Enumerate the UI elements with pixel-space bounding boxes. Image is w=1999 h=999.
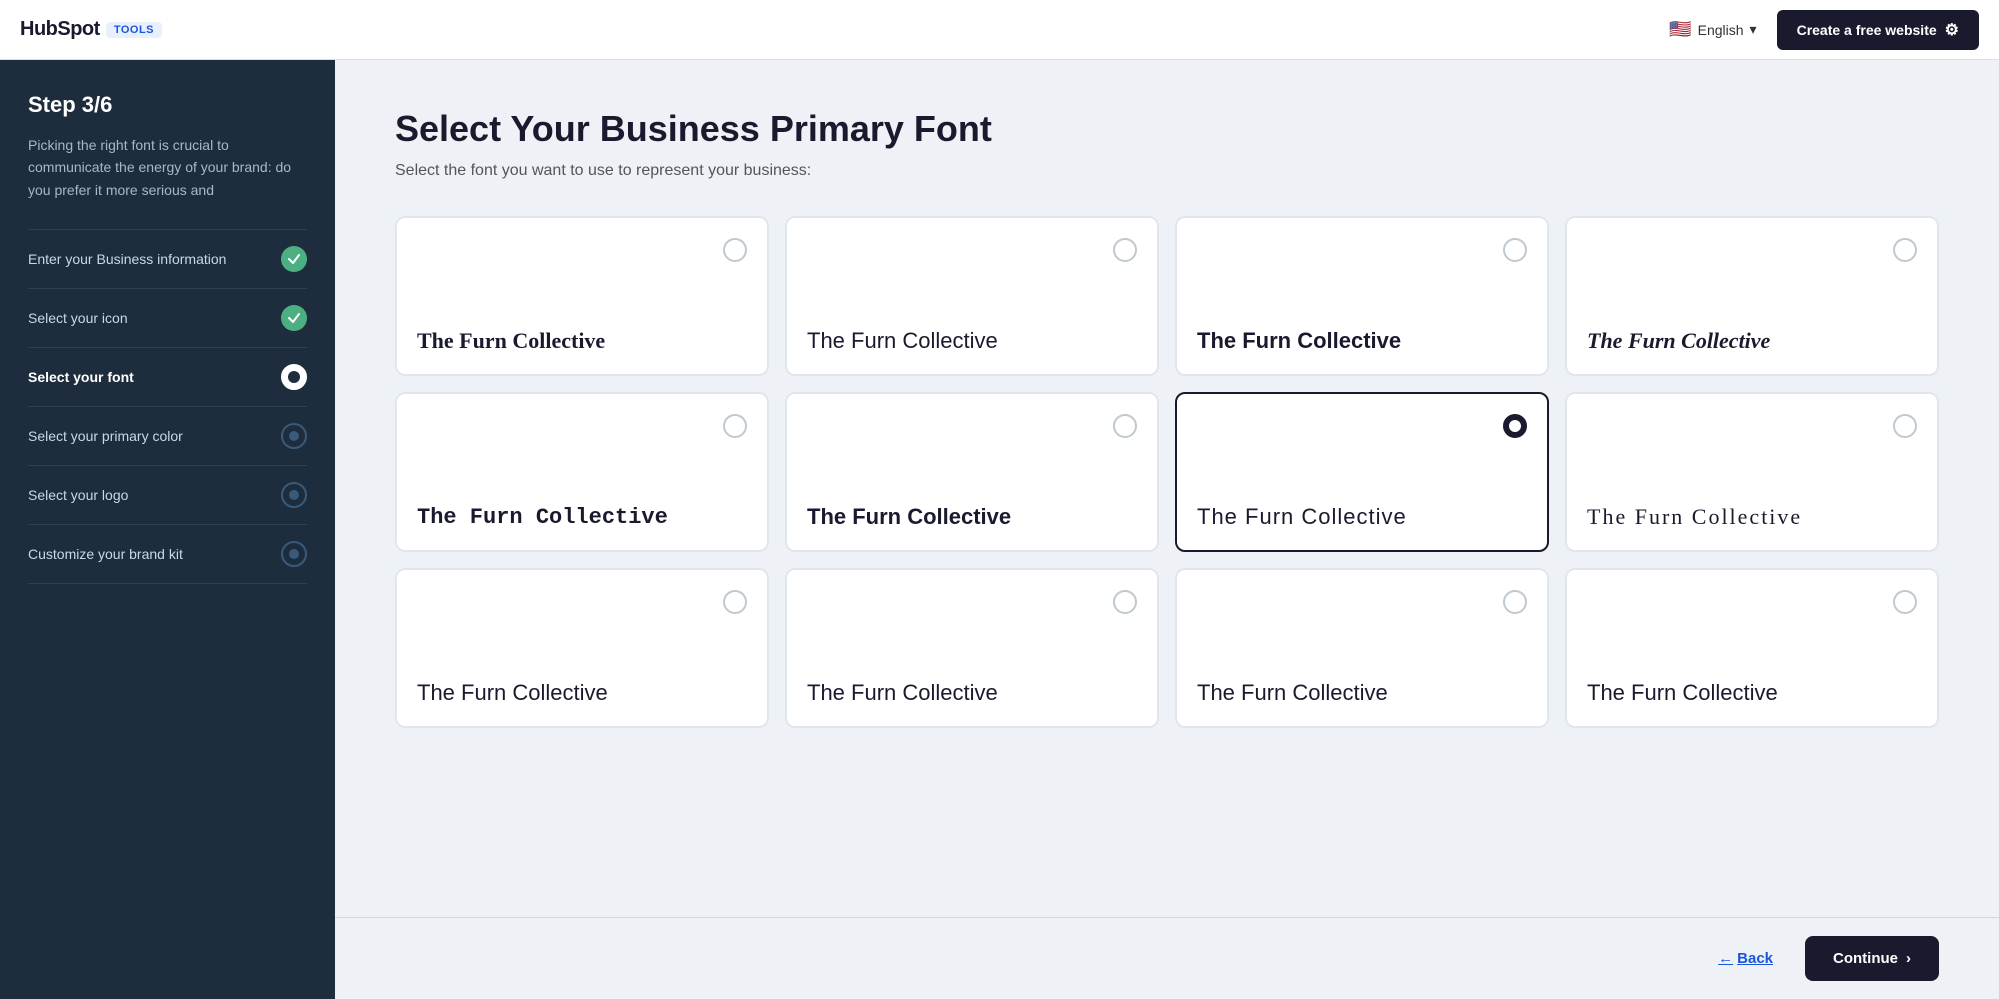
font-card-5[interactable]: The Furn Collective — [785, 392, 1159, 552]
page-subtitle: Select the font you want to use to repre… — [395, 162, 1939, 180]
sidebar-item-label-font: Select your font — [28, 369, 134, 385]
font-grid: The Furn Collective The Furn Collective … — [395, 216, 1939, 728]
font-sample-10: The Furn Collective — [1197, 668, 1527, 706]
font-sample-3: The Furn Collective — [1587, 316, 1917, 354]
font-card-3[interactable]: The Furn Collective — [1565, 216, 1939, 376]
font-card-9[interactable]: The Furn Collective — [785, 568, 1159, 728]
pending-icon-inner-brandkit — [289, 549, 299, 559]
sidebar-item-icon[interactable]: Select your icon — [28, 289, 307, 347]
check-icon-business-info — [281, 246, 307, 272]
sidebar-item-label-brandkit: Customize your brand kit — [28, 546, 183, 562]
back-label: Back — [1737, 950, 1773, 967]
font-card-6[interactable]: The Furn Collective — [1175, 392, 1549, 552]
font-sample-9: The Furn Collective — [807, 668, 1137, 706]
font-radio-8[interactable] — [723, 590, 747, 614]
sidebar-item-brandkit[interactable]: Customize your brand kit — [28, 525, 307, 583]
main-layout: Step 3/6 Picking the right font is cruci… — [0, 60, 1999, 999]
font-card-7[interactable]: The Furn Collective — [1565, 392, 1939, 552]
continue-arrow-icon: › — [1906, 950, 1911, 967]
font-sample-7: The Furn Collective — [1587, 492, 1917, 530]
sidebar-item-logo[interactable]: Select your logo — [28, 466, 307, 524]
pending-icon-inner-logo — [289, 490, 299, 500]
font-card-8[interactable]: The Furn Collective — [395, 568, 769, 728]
step-label: Step 3/6 — [28, 92, 307, 118]
font-sample-5: The Furn Collective — [807, 492, 1137, 530]
sidebar-item-color[interactable]: Select your primary color — [28, 407, 307, 465]
header-logo-area: HubSpot TOOLS — [20, 18, 162, 41]
sidebar-item-label-business-info: Enter your Business information — [28, 251, 226, 267]
font-sample-4: The Furn Collective — [417, 493, 747, 530]
font-sample-2: The Furn Collective — [1197, 316, 1527, 354]
font-card-0[interactable]: The Furn Collective — [395, 216, 769, 376]
font-sample-11: The Furn Collective — [1587, 668, 1917, 706]
sprocket-icon: ⚙ — [1945, 20, 1959, 40]
font-radio-10[interactable] — [1503, 590, 1527, 614]
font-radio-9[interactable] — [1113, 590, 1137, 614]
sidebar-item-label-icon: Select your icon — [28, 310, 128, 326]
font-radio-1[interactable] — [1113, 238, 1137, 262]
font-radio-4[interactable] — [723, 414, 747, 438]
font-radio-3[interactable] — [1893, 238, 1917, 262]
check-icon-icon — [281, 305, 307, 331]
font-sample-0: The Furn Collective — [417, 316, 747, 354]
language-label: English — [1698, 22, 1744, 38]
continue-button[interactable]: Continue › — [1805, 936, 1939, 981]
pending-icon-inner-color — [289, 431, 299, 441]
back-button[interactable]: ← Back — [1718, 950, 1773, 967]
create-btn-label: Create a free website — [1797, 22, 1937, 38]
sidebar: Step 3/6 Picking the right font is cruci… — [0, 60, 335, 999]
font-radio-11[interactable] — [1893, 590, 1917, 614]
header: HubSpot TOOLS 🇺🇸 English ▾ Create a free… — [0, 0, 1999, 60]
sidebar-item-font[interactable]: Select your font — [28, 348, 307, 406]
font-radio-5[interactable] — [1113, 414, 1137, 438]
step-description: Picking the right font is crucial to com… — [28, 134, 307, 201]
font-radio-7[interactable] — [1893, 414, 1917, 438]
continue-label: Continue — [1833, 950, 1898, 967]
font-radio-2[interactable] — [1503, 238, 1527, 262]
chevron-down-icon: ▾ — [1750, 21, 1757, 38]
create-website-button[interactable]: Create a free website ⚙ — [1777, 10, 1979, 50]
pending-icon-logo — [281, 482, 307, 508]
pending-icon-brandkit — [281, 541, 307, 567]
font-card-4[interactable]: The Furn Collective — [395, 392, 769, 552]
active-radio-font — [281, 364, 307, 390]
divider-7 — [28, 583, 307, 584]
font-card-11[interactable]: The Furn Collective — [1565, 568, 1939, 728]
flag-icon: 🇺🇸 — [1669, 19, 1691, 40]
font-card-10[interactable]: The Furn Collective — [1175, 568, 1549, 728]
footer: ← Back Continue › — [335, 917, 1999, 999]
sidebar-item-label-color: Select your primary color — [28, 428, 183, 444]
font-sample-8: The Furn Collective — [417, 668, 747, 706]
tools-badge: TOOLS — [106, 22, 162, 38]
sidebar-item-business-info[interactable]: Enter your Business information — [28, 230, 307, 288]
font-radio-6[interactable] — [1503, 414, 1527, 438]
font-card-1[interactable]: The Furn Collective — [785, 216, 1159, 376]
font-card-2[interactable]: The Furn Collective — [1175, 216, 1549, 376]
main-content: Select Your Business Primary Font Select… — [335, 60, 1999, 999]
font-radio-0[interactable] — [723, 238, 747, 262]
font-sample-6: The Furn Collective — [1197, 492, 1527, 530]
language-selector[interactable]: 🇺🇸 English ▾ — [1669, 19, 1756, 40]
sidebar-item-label-logo: Select your logo — [28, 487, 128, 503]
pending-icon-color — [281, 423, 307, 449]
hubspot-wordmark: HubSpot — [20, 18, 100, 41]
active-radio-inner — [288, 371, 300, 383]
hubspot-logo: HubSpot TOOLS — [20, 18, 162, 41]
font-sample-1: The Furn Collective — [807, 316, 1137, 354]
page-title: Select Your Business Primary Font — [395, 108, 1939, 150]
back-arrow-icon: ← — [1718, 950, 1733, 967]
